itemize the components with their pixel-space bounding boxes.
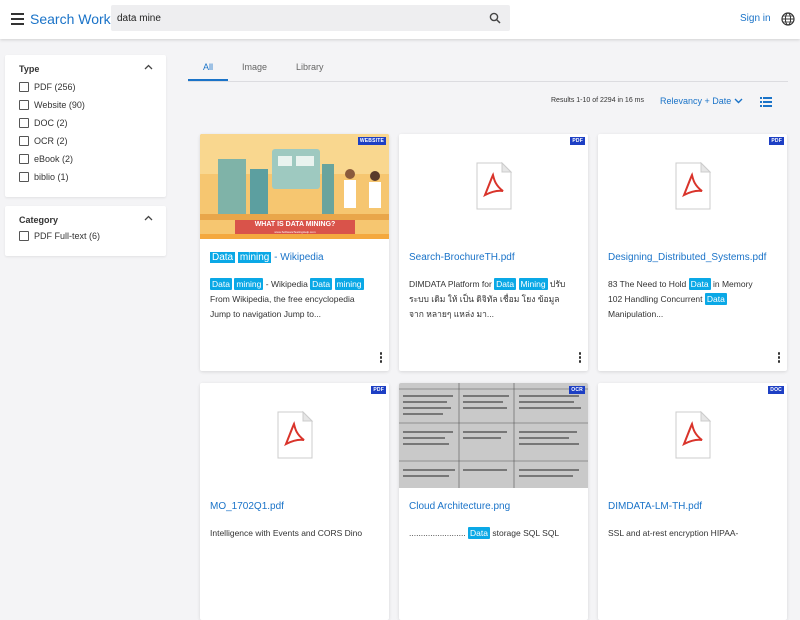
facet-type: Type PDF (256) Website (90) DOC (2) OCR … (5, 55, 166, 197)
facet-option-pdf[interactable]: PDF (256) (19, 81, 76, 93)
pdf-file-icon (675, 161, 712, 210)
checkbox[interactable] (19, 136, 29, 146)
facet-title: Type (19, 64, 40, 74)
app-header: Search Work Sign in (0, 0, 800, 39)
facet-option-pdf-fulltext[interactable]: PDF Full-text (6) (19, 230, 100, 242)
chevron-up-icon[interactable] (144, 215, 153, 221)
chevron-up-icon[interactable] (144, 64, 153, 70)
type-badge: PDF (570, 137, 585, 145)
pdf-file-icon (277, 410, 314, 459)
card-title: MO_1702Q1.pdf (210, 501, 284, 512)
sort-select[interactable]: Relevancy + Date (660, 96, 743, 106)
more-options-icon[interactable] (379, 352, 383, 364)
thumbnail-caption: WHAT IS DATA MINING? (254, 221, 336, 228)
pdf-file-icon (476, 161, 513, 210)
search-box[interactable] (111, 5, 510, 31)
brand-title[interactable]: Search Work (30, 11, 111, 27)
type-badge: PDF (769, 137, 784, 145)
checkbox[interactable] (19, 172, 29, 182)
card-title: Cloud Architecture.png (409, 501, 511, 512)
checkbox[interactable] (19, 100, 29, 110)
card-title: DIMDATA-LM-TH.pdf (608, 501, 703, 512)
facet-option-doc[interactable]: DOC (2) (19, 117, 68, 129)
thumbnail-subcaption: www.SoftwareTestingHelp.com (274, 230, 316, 234)
facet-option-ebook[interactable]: eBook (2) (19, 153, 73, 165)
type-badge: DOC (768, 386, 784, 394)
result-card[interactable]: OCR Cloud Architecture.png .............… (399, 383, 588, 620)
checkbox[interactable] (19, 82, 29, 92)
checkbox[interactable] (19, 231, 29, 241)
checkbox[interactable] (19, 154, 29, 164)
type-badge: OCR (569, 386, 585, 394)
facet-option-website[interactable]: Website (90) (19, 99, 85, 111)
tab-image[interactable]: Image (242, 62, 267, 72)
list-view-icon[interactable] (760, 97, 772, 107)
divider (188, 81, 788, 82)
globe-icon[interactable] (781, 12, 795, 26)
card-title: Search-BrochureTH.pdf (409, 252, 515, 263)
chevron-down-icon (734, 98, 743, 104)
result-card[interactable]: PDF Search-BrochureTH.pdf DIMDATA Platfo… (399, 134, 588, 371)
checkbox[interactable] (19, 118, 29, 128)
type-badge: WEBSITE (357, 137, 386, 145)
card-title: Designing_Distributed_Systems.pdf (608, 252, 767, 263)
card-title: Data mining - Wikipedia (210, 252, 324, 263)
result-card[interactable]: PDF Designing_Distributed_Systems.pdf 83… (598, 134, 787, 371)
results-count: Results 1-10 of 2294 in 16 ms (551, 97, 644, 104)
result-card[interactable]: PDF MO_1702Q1.pdf Intelligence with Even… (200, 383, 389, 620)
type-badge: PDF (371, 386, 386, 394)
result-card[interactable]: WEBSITE WHAT IS DATA MINING? www.Softwar… (200, 134, 389, 371)
search-input[interactable] (117, 5, 477, 31)
result-card[interactable]: DOC DIMDATA-LM-TH.pdf SSL and at-rest en… (598, 383, 787, 620)
more-options-icon[interactable] (578, 352, 582, 364)
facet-option-biblio[interactable]: biblio (1) (19, 171, 69, 183)
thumbnail-image (399, 383, 588, 488)
pdf-file-icon (675, 410, 712, 459)
facet-option-ocr[interactable]: OCR (2) (19, 135, 68, 147)
card-snippet: DIMDATA Platform for Data Mining ปรับ ระ… (409, 278, 566, 319)
card-snippet: 83 The Need to Hold Data in Memory 102 H… (608, 278, 753, 319)
tab-library[interactable]: Library (296, 62, 324, 72)
facet-title: Category (19, 215, 59, 225)
sign-in-link[interactable]: Sign in (740, 13, 771, 24)
card-snippet: Data mining - Wikipedia Data mining From… (210, 278, 364, 319)
tab-all[interactable]: All (203, 62, 213, 72)
search-icon[interactable] (489, 12, 501, 24)
menu-icon[interactable] (11, 13, 24, 25)
facet-category: Category PDF Full-text (6) (5, 206, 166, 256)
more-options-icon[interactable] (777, 352, 781, 364)
